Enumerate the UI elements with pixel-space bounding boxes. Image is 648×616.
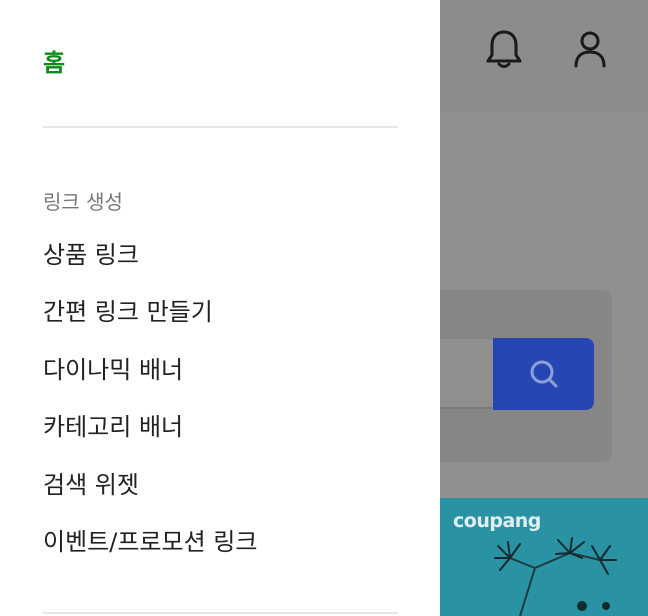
nav-item-dynamic-banner[interactable]: 다이나믹 배너	[43, 353, 183, 387]
search-icon	[530, 360, 557, 388]
user-icon	[574, 31, 606, 68]
bell-icon	[486, 30, 522, 68]
nav-item-simple-link[interactable]: 간편 링크 만들기	[43, 295, 213, 329]
nav-home[interactable]: 홈	[43, 46, 65, 80]
nav-item-category-banner[interactable]: 카테고리 배너	[43, 410, 183, 444]
divider	[43, 126, 398, 128]
divider	[43, 612, 398, 614]
search-button[interactable]	[493, 338, 594, 410]
account-button[interactable]	[568, 27, 612, 71]
nav-item-search-widget[interactable]: 검색 위젯	[43, 468, 139, 502]
nav-item-product-link[interactable]: 상품 링크	[43, 238, 139, 272]
nav-item-event-promo-link[interactable]: 이벤트/프로모션 링크	[43, 525, 257, 559]
notifications-button[interactable]	[482, 27, 526, 71]
side-drawer: 홈 링크 생성 상품 링크 간편 링크 만들기 다이나믹 배너 카테고리 배너 …	[0, 0, 440, 616]
section-label-link-create: 링크 생성	[43, 190, 123, 214]
